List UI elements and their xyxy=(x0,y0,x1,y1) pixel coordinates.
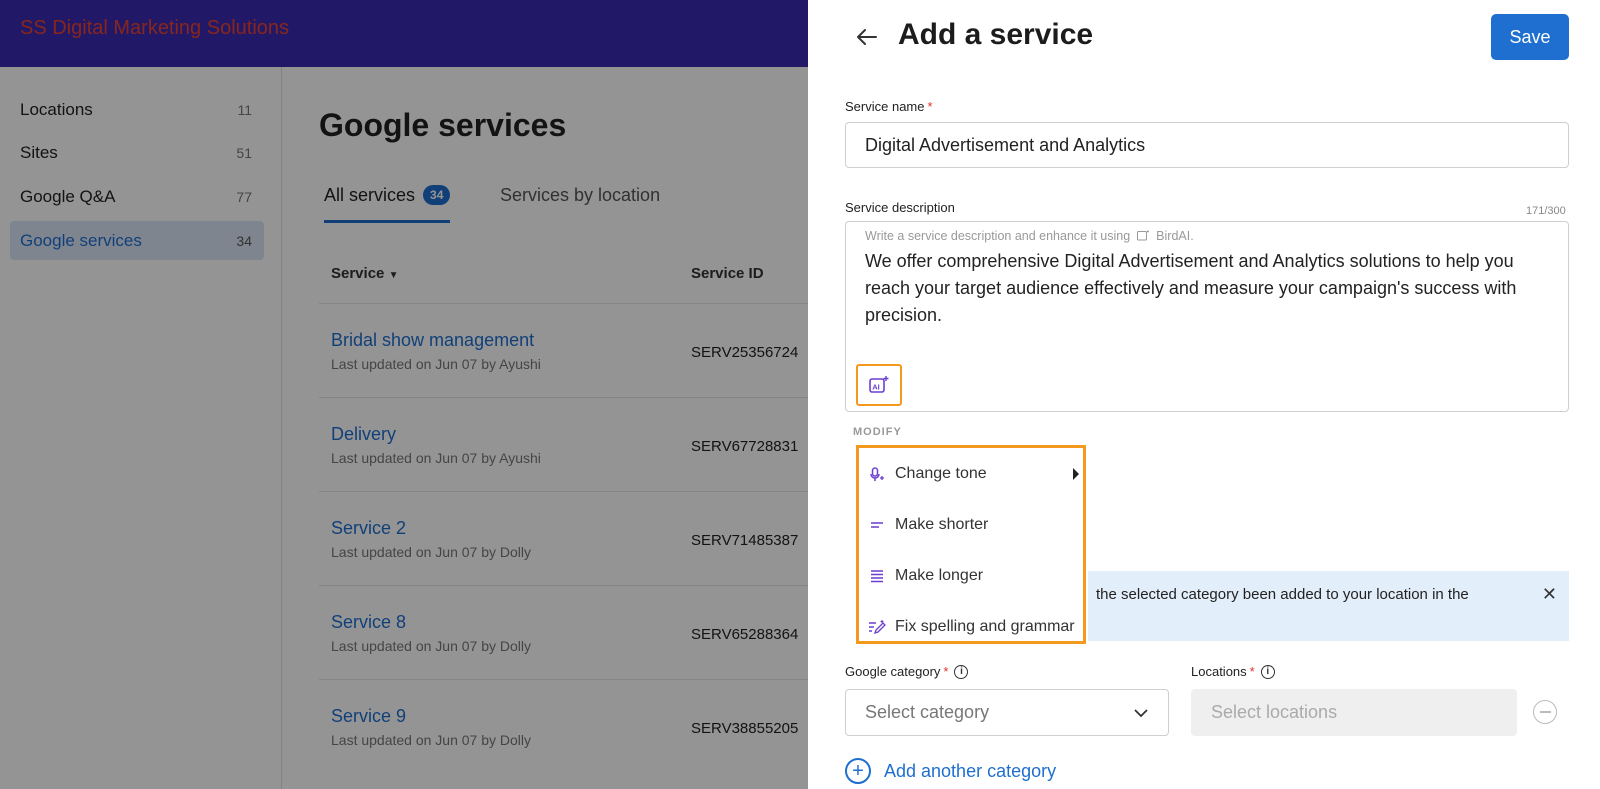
add-category-label: Add another category xyxy=(884,760,1057,781)
remove-category-icon[interactable] xyxy=(1533,700,1557,724)
close-icon[interactable]: ✕ xyxy=(1542,584,1557,605)
label-text: Google category xyxy=(845,664,941,679)
hint-text: Write a service description and enhance … xyxy=(865,229,1131,243)
menu-item-make-shorter[interactable]: Make shorter xyxy=(859,505,1083,545)
ai-modify-menu: Change tone Make shorter Make longer Fix… xyxy=(856,445,1086,644)
service-description-textarea[interactable]: Write a service description and enhance … xyxy=(845,221,1569,412)
info-icon[interactable]: i xyxy=(954,664,969,679)
add-another-category-button[interactable]: + Add another category xyxy=(845,758,1056,784)
service-name-input[interactable]: Digital Advertisement and Analytics xyxy=(845,122,1569,168)
arrow-left-icon xyxy=(857,29,877,45)
locations-label: Locations * i xyxy=(1191,664,1275,679)
char-count: 171/300 xyxy=(1526,205,1566,217)
ai-sparkle-icon: AI xyxy=(869,376,889,393)
service-name-label: Service name * xyxy=(845,99,933,114)
pen-lines-icon xyxy=(867,617,887,637)
ai-assist-button[interactable]: AI xyxy=(856,364,902,406)
description-text: We offer comprehensive Digital Advertise… xyxy=(865,251,1517,325)
label-text: Locations xyxy=(1191,664,1247,679)
menu-item-label: Change tone xyxy=(895,465,987,482)
required-asterisk: * xyxy=(1249,664,1255,679)
category-select[interactable]: Select category xyxy=(845,689,1169,736)
label-text: Service name xyxy=(845,99,925,114)
banner-text: the selected category been added to your… xyxy=(1096,586,1469,603)
long-lines-icon xyxy=(867,566,887,586)
required-asterisk: * xyxy=(943,664,949,679)
svg-text:AI: AI xyxy=(872,382,880,391)
menu-item-make-longer[interactable]: Make longer xyxy=(859,556,1083,596)
hint-brand: BirdAI. xyxy=(1156,229,1194,243)
drawer-title: Add a service xyxy=(898,18,1094,51)
modify-section-label: MODIFY xyxy=(853,426,902,438)
microphone-sparkle-icon xyxy=(867,464,887,484)
chevron-down-icon xyxy=(1134,708,1148,717)
modal-backdrop[interactable] xyxy=(0,0,808,789)
save-button[interactable]: Save xyxy=(1491,14,1569,60)
required-asterisk: * xyxy=(927,99,933,114)
menu-item-label: Make shorter xyxy=(895,516,989,533)
menu-item-change-tone[interactable]: Change tone xyxy=(859,454,1083,494)
locations-select[interactable]: Select locations xyxy=(1191,689,1517,736)
add-service-drawer: Add a service Save Service name * Digital… xyxy=(808,0,1600,789)
submenu-arrow-icon xyxy=(1073,468,1079,480)
google-category-label: Google category * i xyxy=(845,664,969,679)
select-placeholder: Select locations xyxy=(1211,702,1338,722)
info-icon[interactable]: i xyxy=(1260,664,1275,679)
menu-item-label: Fix spelling and grammar xyxy=(895,618,1075,635)
menu-item-label: Make longer xyxy=(895,567,984,584)
service-description-label: Service description xyxy=(845,200,955,215)
menu-item-fix-spelling[interactable]: Fix spelling and grammar xyxy=(859,607,1083,647)
info-banner: the selected category been added to your… xyxy=(1088,571,1569,641)
description-hint: Write a service description and enhance … xyxy=(865,229,1194,243)
back-button[interactable] xyxy=(852,22,882,52)
select-placeholder: Select category xyxy=(865,702,990,722)
short-lines-icon xyxy=(867,515,887,535)
plus-circle-icon: + xyxy=(845,758,871,784)
birdai-icon xyxy=(1136,230,1149,241)
